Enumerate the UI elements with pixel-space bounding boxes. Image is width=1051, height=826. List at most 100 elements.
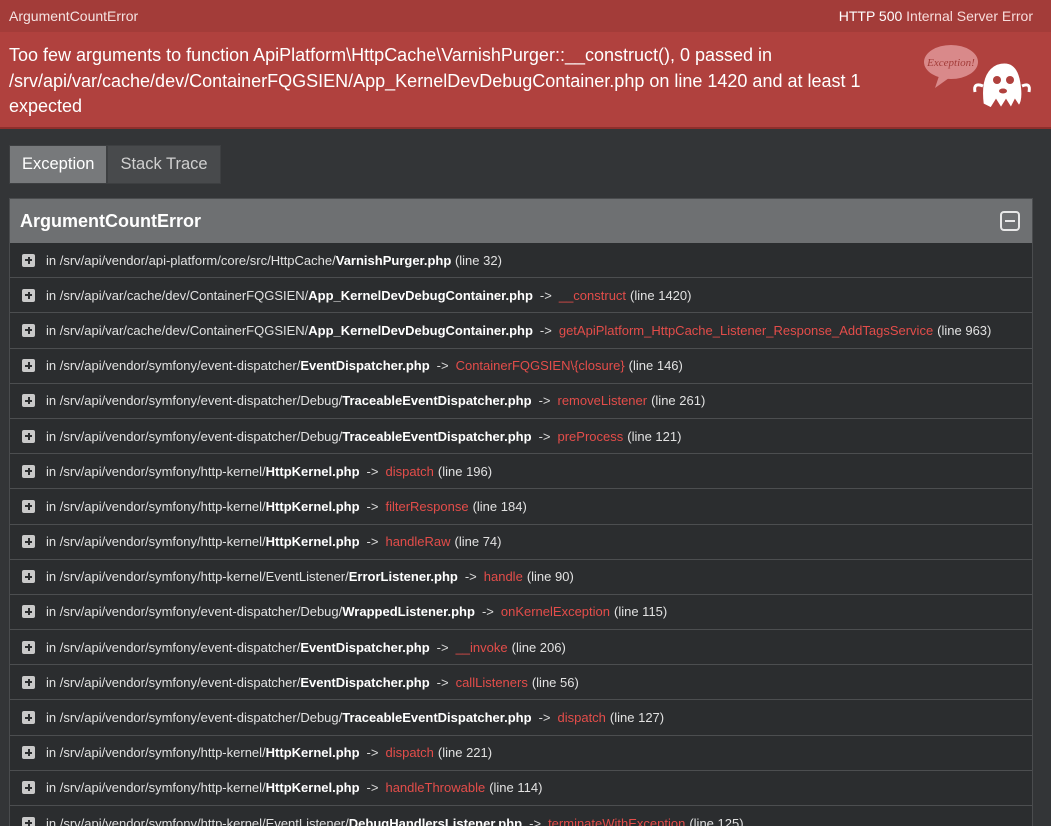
trace-row[interactable]: in /srv/api/vendor/symfony/event-dispatc… — [10, 594, 1032, 631]
expand-icon[interactable] — [22, 535, 35, 549]
trace-path: in /srv/api/vendor/symfony/http-kernel/ — [46, 463, 266, 479]
trace-file: TraceableEventDispatcher.php — [342, 710, 532, 726]
expand-icon[interactable] — [22, 359, 35, 373]
tab-exception[interactable]: Exception — [9, 145, 108, 184]
trace-path: in /srv/api/vendor/symfony/http-kernel/E… — [46, 815, 349, 826]
trace-line: (line 125) — [689, 815, 744, 826]
expand-icon[interactable] — [22, 781, 35, 795]
trace-function: dispatch — [385, 463, 434, 479]
trace-line: (line 206) — [511, 639, 566, 655]
error-header: ArgumentCountError HTTP 500 Internal Ser… — [0, 0, 1051, 129]
trace-file: VarnishPurger.php — [335, 252, 452, 268]
expand-icon[interactable] — [22, 253, 35, 267]
arrow-glyph: -> — [366, 463, 379, 479]
trace-row[interactable]: in /srv/api/vendor/symfony/event-dispatc… — [10, 348, 1032, 384]
trace-row[interactable]: in /srv/api/vendor/symfony/http-kernel/E… — [10, 806, 1032, 826]
trace-path: in /srv/api/vendor/symfony/http-kernel/ — [46, 498, 266, 514]
panel-header: ArgumentCountError — [10, 199, 1032, 243]
trace-function: dispatch — [557, 710, 606, 726]
arrow-glyph: -> — [366, 534, 379, 550]
expand-icon[interactable] — [22, 499, 35, 513]
trace-path: in /srv/api/vendor/symfony/event-dispatc… — [46, 393, 343, 409]
trace-row[interactable]: in /srv/api/vendor/symfony/http-kernel/H… — [10, 454, 1032, 490]
trace-line: (line 32) — [454, 252, 502, 268]
trace-path: in /srv/api/vendor/api-platform/core/src… — [46, 252, 336, 268]
trace-row[interactable]: in /srv/api/vendor/symfony/event-dispatc… — [10, 630, 1032, 666]
trace-file: DebugHandlersListener.php — [348, 815, 523, 826]
arrow-glyph: -> — [464, 569, 477, 585]
trace-line: (line 963) — [937, 322, 992, 338]
trace-row[interactable]: in /srv/api/vendor/api-platform/core/src… — [10, 243, 1032, 279]
trace-list: in /srv/api/vendor/api-platform/core/src… — [10, 243, 1032, 826]
trace-line: (line 114) — [489, 780, 543, 796]
trace-row[interactable]: in /srv/api/vendor/symfony/event-dispatc… — [10, 700, 1032, 736]
trace-file: App_KernelDevDebugContainer.php — [308, 287, 533, 303]
trace-line: (line 127) — [609, 710, 665, 726]
trace-function: callListeners — [455, 674, 528, 690]
expand-icon[interactable] — [22, 746, 35, 760]
expand-icon[interactable] — [22, 711, 35, 725]
exception-message: Too few arguments to function ApiPlatfor… — [9, 45, 861, 116]
arrow-glyph: -> — [538, 393, 551, 409]
trace-line: (line 261) — [651, 393, 706, 409]
trace-row[interactable]: in /srv/api/vendor/symfony/http-kernel/H… — [10, 735, 1032, 771]
expand-icon[interactable] — [22, 640, 35, 654]
trace-path: in /srv/api/vendor/symfony/event-dispatc… — [46, 639, 301, 655]
trace-row[interactable]: in /srv/api/var/cache/dev/ContainerFQGSI… — [10, 313, 1032, 349]
trace-row[interactable]: in /srv/api/vendor/symfony/event-dispatc… — [10, 418, 1032, 455]
arrow-glyph: -> — [436, 639, 449, 655]
arrow-glyph: -> — [436, 674, 449, 690]
trace-path: in /srv/api/vendor/symfony/http-kernel/ — [46, 534, 266, 550]
trace-line: (line 184) — [472, 498, 527, 514]
exception-panel: ArgumentCountError in /srv/api/vendor/ap… — [9, 198, 1033, 826]
trace-line: (line 74) — [454, 534, 502, 550]
trace-file: HttpKernel.php — [265, 463, 360, 479]
trace-row[interactable]: in /srv/api/var/cache/dev/ContainerFQGSI… — [10, 278, 1032, 314]
arrow-glyph: -> — [481, 604, 494, 620]
expand-icon[interactable] — [22, 323, 35, 337]
trace-line: (line 196) — [437, 463, 493, 479]
expand-icon[interactable] — [22, 394, 35, 408]
trace-path: in /srv/api/vendor/symfony/http-kernel/E… — [46, 569, 349, 585]
expand-icon[interactable] — [22, 605, 35, 619]
expand-icon[interactable] — [22, 288, 35, 302]
trace-line: (line 115) — [614, 604, 668, 620]
trace-line: (line 90) — [526, 569, 574, 585]
status-code: HTTP 500 — [838, 8, 903, 24]
trace-function: ContainerFQGSIEN\{closure} — [455, 358, 625, 374]
trace-file: WrappedListener.php — [342, 604, 475, 620]
trace-file: HttpKernel.php — [265, 534, 360, 550]
trace-function: handleRaw — [385, 534, 451, 550]
trace-file: HttpKernel.php — [265, 498, 360, 514]
trace-row[interactable]: in /srv/api/vendor/symfony/event-dispatc… — [10, 383, 1032, 419]
trace-function: dispatch — [385, 745, 434, 761]
collapse-icon[interactable] — [1000, 211, 1020, 231]
trace-row[interactable]: in /srv/api/vendor/symfony/http-kernel/H… — [10, 524, 1032, 560]
trace-file: HttpKernel.php — [265, 745, 360, 761]
tab-stack-trace[interactable]: Stack Trace — [107, 145, 221, 184]
trace-line: (line 221) — [437, 745, 493, 761]
arrow-glyph: -> — [366, 780, 379, 796]
expand-icon[interactable] — [22, 816, 35, 826]
trace-row[interactable]: in /srv/api/vendor/symfony/event-dispatc… — [10, 665, 1032, 701]
expand-icon[interactable] — [22, 429, 35, 443]
trace-path: in /srv/api/vendor/symfony/http-kernel/ — [46, 780, 266, 796]
trace-file: TraceableEventDispatcher.php — [342, 393, 532, 409]
trace-row[interactable]: in /srv/api/vendor/symfony/http-kernel/E… — [10, 559, 1032, 595]
arrow-glyph: -> — [366, 498, 379, 514]
trace-file: EventDispatcher.php — [300, 639, 430, 655]
arrow-glyph: -> — [529, 815, 542, 826]
trace-path: in /srv/api/vendor/symfony/http-kernel/ — [46, 745, 266, 761]
trace-file: TraceableEventDispatcher.php — [342, 428, 532, 444]
trace-row[interactable]: in /srv/api/vendor/symfony/http-kernel/H… — [10, 489, 1032, 525]
arrow-glyph: -> — [539, 322, 552, 338]
trace-path: in /srv/api/vendor/symfony/event-dispatc… — [46, 358, 301, 374]
expand-icon[interactable] — [22, 675, 35, 689]
ghost-label: Exception! — [926, 57, 975, 69]
trace-file: EventDispatcher.php — [300, 674, 430, 690]
expand-icon[interactable] — [22, 570, 35, 584]
trace-function: terminateWithException — [548, 815, 686, 826]
expand-icon[interactable] — [22, 464, 35, 478]
trace-row[interactable]: in /srv/api/vendor/symfony/http-kernel/H… — [10, 770, 1032, 806]
trace-function: removeListener — [557, 393, 648, 409]
